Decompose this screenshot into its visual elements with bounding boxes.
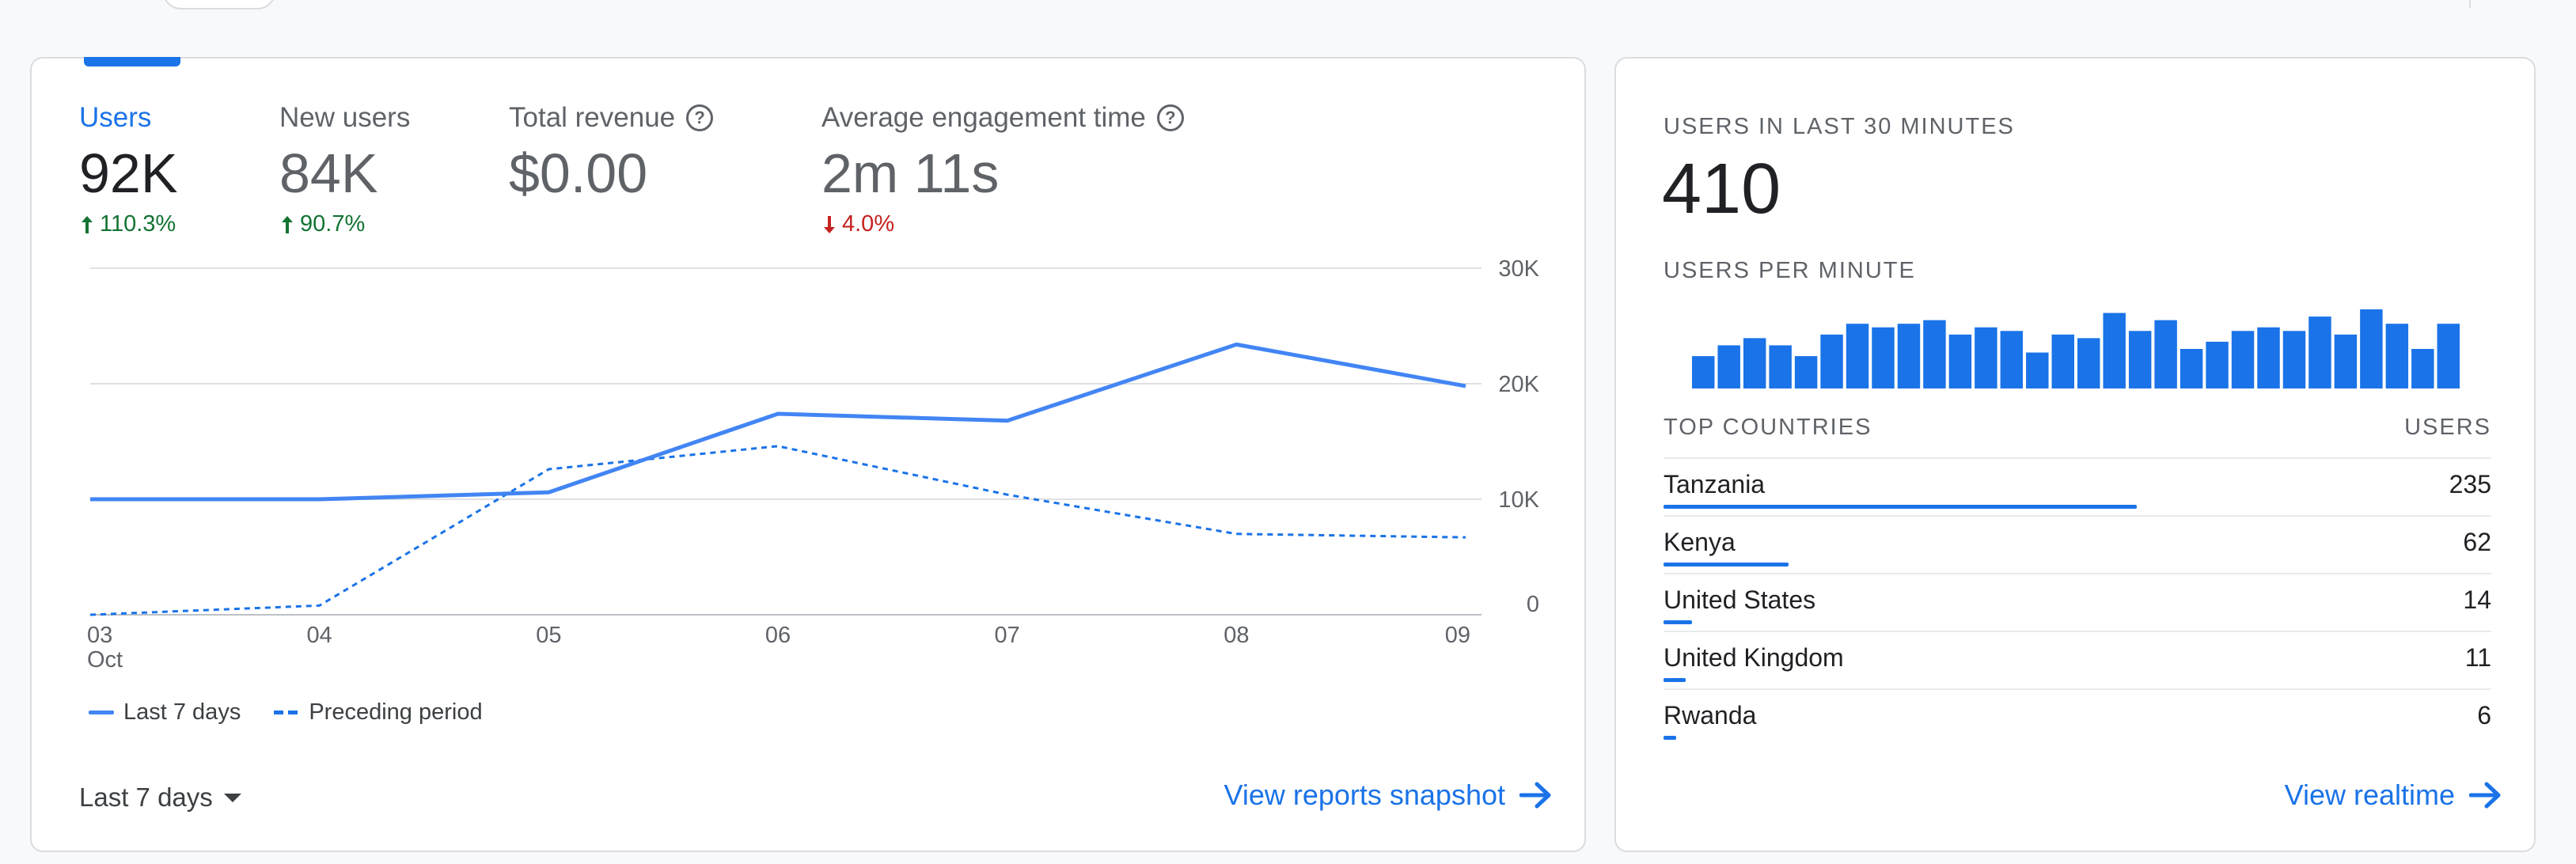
- country-share-bar: [1664, 736, 1676, 740]
- country-row[interactable]: United Kingdom 11: [1664, 632, 2491, 690]
- legend-item-preceding: Preceding period: [274, 699, 483, 726]
- per-minute-bar: [2000, 331, 2024, 388]
- y-tick-label: 10K: [1498, 487, 1539, 513]
- country-users: 14: [2463, 585, 2491, 614]
- view-realtime-label: View realtime: [2284, 779, 2455, 811]
- country-name: Rwanda: [1664, 701, 1757, 729]
- country-name: United States: [1664, 585, 1816, 614]
- y-tick-label: 20K: [1498, 372, 1539, 397]
- x-tick-label: 04: [307, 623, 332, 648]
- caret-down-icon: [223, 793, 241, 802]
- date-range-dropdown[interactable]: Last 7 days: [79, 783, 241, 813]
- top-countries-header: TOP COUNTRIES USERS: [1664, 415, 2491, 441]
- series-line-current: [90, 342, 1466, 502]
- realtime-card: USERS IN LAST 30 MINUTES 410 USERS PER M…: [1614, 57, 2536, 852]
- date-range-label: Last 7 days: [79, 783, 213, 812]
- per-minute-bar: [1846, 324, 1869, 388]
- country-row[interactable]: Tanzania 235: [1664, 459, 2491, 517]
- per-minute-bar: [2154, 320, 2177, 388]
- x-tick-label: 06: [765, 623, 791, 648]
- chart-legend: Last 7 days Preceding period: [89, 699, 505, 726]
- overview-card: Users 92K 110.3% New users 84K 90.7% Tot…: [30, 57, 1586, 852]
- arrow-right-icon: [1519, 782, 1551, 809]
- per-minute-bar: [2051, 334, 2074, 388]
- y-tick-label: 0: [1527, 592, 1539, 617]
- country-share-bar: [1664, 678, 1686, 682]
- country-users: 11: [2464, 643, 2491, 672]
- per-minute-bar: [2257, 327, 2280, 388]
- x-tick-label: 03: [87, 623, 112, 648]
- top-filter-pill[interactable]: [162, 0, 276, 9]
- per-minute-bar: [2282, 331, 2306, 388]
- country-share-bar: [1664, 505, 2138, 509]
- per-minute-bar: [2103, 313, 2126, 388]
- per-minute-bar: [1692, 356, 1715, 388]
- view-reports-snapshot-link[interactable]: View reports snapshot: [1224, 779, 1553, 812]
- country-users: 235: [2449, 470, 2491, 498]
- per-minute-bar: [2334, 334, 2358, 388]
- per-minute-bar: [1717, 345, 1740, 388]
- per-minute-bar: [1872, 327, 1895, 388]
- x-tick-label: 08: [1224, 623, 1249, 648]
- per-minute-bar: [1820, 334, 1843, 388]
- legend-item-current: Last 7 days: [89, 699, 241, 726]
- per-minute-bar: [2206, 341, 2229, 388]
- per-minute-bar: [1948, 334, 1972, 388]
- legend-dashed-swatch: [274, 711, 300, 714]
- view-reports-snapshot-label: View reports snapshot: [1224, 779, 1505, 811]
- per-minute-bar: [2180, 349, 2203, 388]
- top-countries-label: TOP COUNTRIES: [1664, 415, 1872, 440]
- country-name: Kenya: [1664, 528, 1736, 556]
- users-line-chart: 0 10K 20K 30K 03 04 05 06 07 08 09 Oct: [87, 256, 1540, 673]
- x-tick-label: 05: [536, 623, 561, 648]
- per-minute-bar: [2309, 316, 2331, 388]
- x-tick-sublabel: Oct: [87, 647, 123, 673]
- country-row[interactable]: United States 14: [1664, 574, 2491, 632]
- per-minute-bar: [1794, 356, 1818, 388]
- per-minute-bar: [2385, 324, 2409, 388]
- per-minute-bar: [2128, 331, 2152, 388]
- top-strip: [0, 0, 2576, 47]
- top-divider: [2469, 0, 2471, 8]
- per-minute-bar: [1923, 320, 1946, 388]
- per-minute-bar: [2231, 331, 2255, 388]
- per-minute-bar: [2360, 309, 2383, 388]
- country-name: United Kingdom: [1664, 643, 1844, 672]
- legend-label: Preceding period: [309, 699, 483, 725]
- per-minute-bar: [2437, 324, 2460, 388]
- per-minute-bar: [2077, 338, 2100, 388]
- legend-label: Last 7 days: [123, 699, 241, 725]
- x-tick-label: 07: [995, 623, 1020, 648]
- per-minute-bar: [1769, 345, 1792, 388]
- per-minute-bar: [2026, 352, 2049, 388]
- per-minute-bar: [1975, 327, 1997, 388]
- x-tick-label: 09: [1445, 623, 1470, 648]
- country-share-bar: [1664, 620, 1692, 624]
- y-tick-label: 30K: [1498, 256, 1539, 282]
- users-column-label: USERS: [2404, 415, 2491, 440]
- view-realtime-link[interactable]: View realtime: [2285, 779, 2502, 812]
- country-users: 62: [2463, 528, 2491, 556]
- legend-solid-swatch: [89, 711, 114, 714]
- per-minute-bar: [1897, 324, 1921, 388]
- country-name: Tanzania: [1664, 470, 1766, 498]
- country-share-bar: [1664, 563, 1789, 567]
- per-minute-bar: [2411, 349, 2434, 388]
- series-line-preceding: [89, 445, 1466, 616]
- country-row[interactable]: Rwanda 6: [1664, 690, 2491, 748]
- country-users: 6: [2477, 701, 2491, 729]
- arrow-right-icon: [2469, 782, 2501, 809]
- users-per-minute-chart: [1692, 309, 2460, 388]
- country-row[interactable]: Kenya 62: [1664, 517, 2491, 574]
- per-minute-bar: [1743, 338, 1766, 388]
